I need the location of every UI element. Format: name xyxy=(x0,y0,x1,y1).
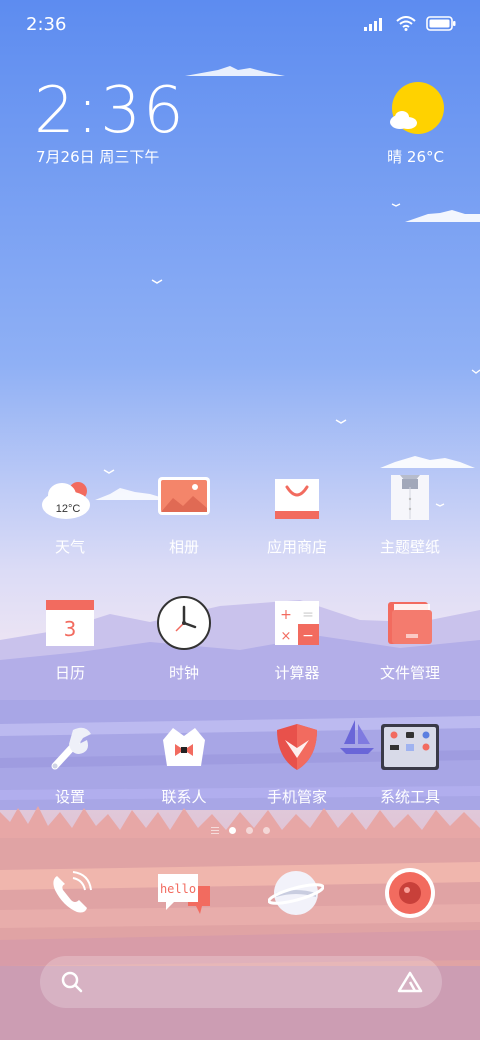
search-bar[interactable] xyxy=(40,956,442,1008)
app-contacts[interactable]: 联系人 xyxy=(132,712,236,807)
app-label: 主题壁纸 xyxy=(379,538,440,556)
app-settings[interactable]: 设置 xyxy=(18,712,122,807)
settings-icon xyxy=(35,712,105,782)
tools-folder-icon xyxy=(375,712,445,782)
app-file-manager[interactable]: 文件管理 xyxy=(358,588,462,683)
messages-hello: hello xyxy=(160,882,196,896)
contacts-icon xyxy=(149,712,219,782)
app-weather[interactable]: 12°C 天气 xyxy=(18,462,122,557)
app-themes[interactable]: 主题壁纸 xyxy=(358,462,462,557)
app-store-icon xyxy=(262,462,332,532)
list-lines-icon xyxy=(210,827,219,834)
calendar-day: 3 xyxy=(64,617,77,641)
phone-icon xyxy=(53,871,92,913)
svg-text:×: × xyxy=(281,629,292,644)
app-label: 设置 xyxy=(54,788,85,806)
weather-icon: 12°C xyxy=(35,462,105,532)
dock-messages[interactable]: hello xyxy=(144,858,224,928)
status-time: 2:36 xyxy=(26,14,67,35)
file-manager-icon xyxy=(375,588,445,658)
page-dot[interactable] xyxy=(245,826,253,834)
messages-icon: hello xyxy=(158,874,210,914)
wifi-icon xyxy=(396,16,416,31)
signal-icon xyxy=(364,17,382,31)
themes-icon xyxy=(375,462,445,532)
app-security[interactable]: 手机管家 xyxy=(245,712,349,807)
app-label: 日历 xyxy=(54,664,85,682)
app-label: 联系人 xyxy=(161,788,207,806)
clock-widget-date[interactable]: 7月26日 周三下午 xyxy=(36,146,159,167)
app-label: 系统工具 xyxy=(379,788,440,806)
app-gallery[interactable]: 相册 xyxy=(132,462,236,557)
app-label: 手机管家 xyxy=(266,788,327,806)
weather-app-temp: 12°C xyxy=(56,503,81,515)
app-label: 文件管理 xyxy=(379,664,440,682)
svg-text:−: − xyxy=(302,628,314,644)
sun-cloud-icon xyxy=(390,82,444,134)
page-indicator[interactable] xyxy=(0,826,480,834)
security-icon xyxy=(262,712,332,782)
page-dot[interactable] xyxy=(262,826,270,834)
status-icons xyxy=(364,16,456,31)
app-store[interactable]: 应用商店 xyxy=(245,462,349,557)
camera-icon xyxy=(385,868,435,918)
page-dot-active[interactable] xyxy=(228,826,236,834)
calendar-icon: 3 xyxy=(35,588,105,658)
svg-text:+: + xyxy=(280,607,292,623)
search-input[interactable] xyxy=(100,966,374,998)
clock-widget-time[interactable]: 2:36 xyxy=(34,74,186,148)
app-label: 天气 xyxy=(54,538,85,556)
app-system-tools[interactable]: 系统工具 xyxy=(358,712,462,807)
app-calculator[interactable]: + = × − 计算器 xyxy=(245,588,349,683)
app-clock[interactable]: 时钟 xyxy=(132,588,236,683)
app-label: 应用商店 xyxy=(266,538,327,556)
dock-phone[interactable] xyxy=(30,858,110,928)
battery-icon xyxy=(426,16,456,31)
weather-widget[interactable] xyxy=(384,80,444,142)
svg-text:=: = xyxy=(302,607,314,623)
clock-icon xyxy=(149,588,219,658)
calculator-icon: + = × − xyxy=(262,588,332,658)
home-screen: 2:36 2:36 7月26日 周三下午 晴 26°C 12°C 天气 相册 应… xyxy=(0,0,480,1040)
assistant-icon[interactable] xyxy=(396,970,424,994)
app-label: 时钟 xyxy=(168,664,199,682)
app-calendar[interactable]: 3 日历 xyxy=(18,588,122,683)
status-bar: 2:36 xyxy=(0,0,480,50)
app-label: 计算器 xyxy=(274,664,320,682)
search-icon xyxy=(61,971,83,993)
gallery-icon xyxy=(149,462,219,532)
dock-camera[interactable] xyxy=(370,858,450,928)
dock-browser[interactable] xyxy=(256,858,336,928)
app-label: 相册 xyxy=(168,538,199,556)
browser-icon xyxy=(268,871,324,915)
weather-widget-text[interactable]: 晴 26°C xyxy=(387,146,444,167)
